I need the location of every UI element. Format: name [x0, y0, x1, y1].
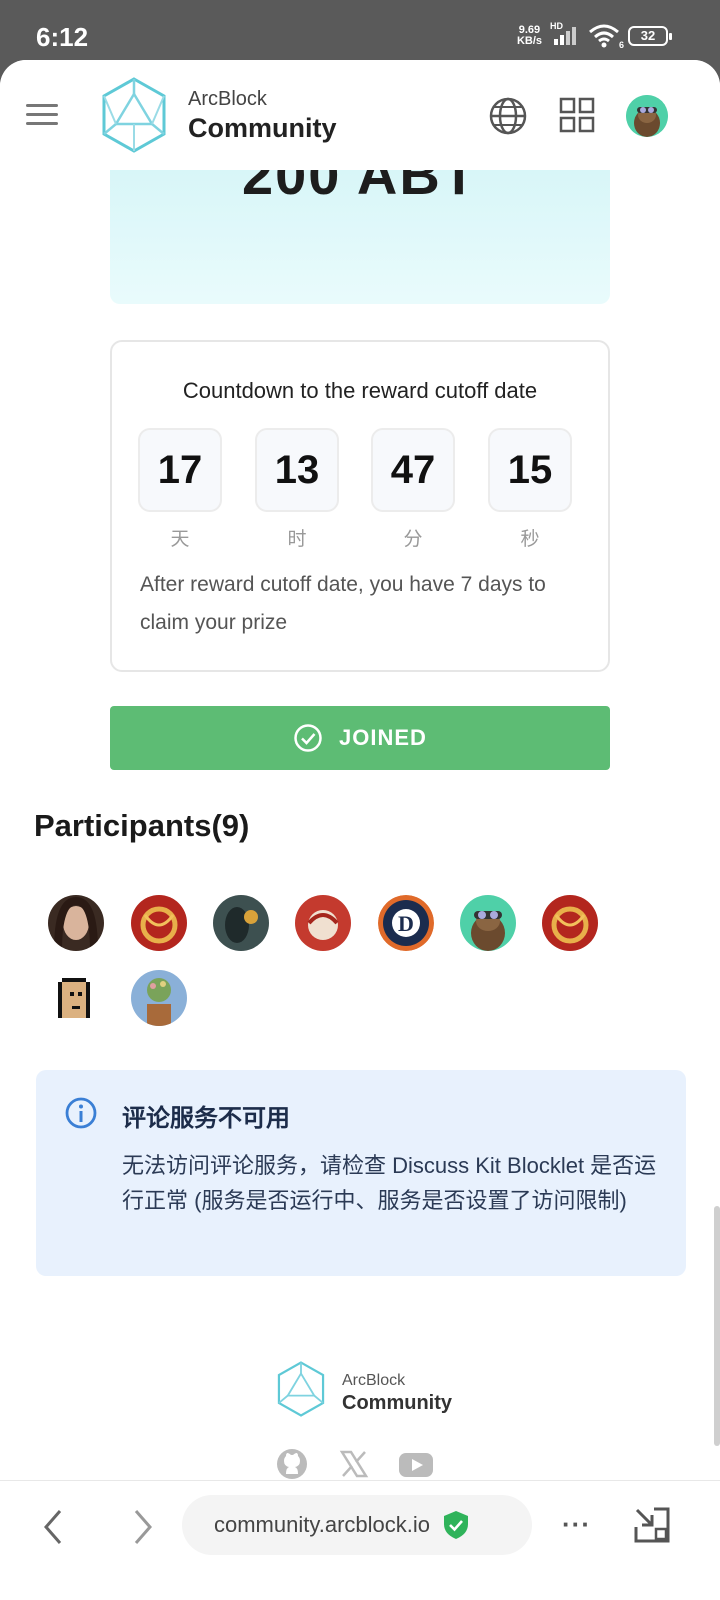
joined-button[interactable]: JOINED [110, 706, 610, 770]
address-bar[interactable]: community.arcblock.io [182, 1495, 532, 1555]
net-speed-unit: KB/s [516, 35, 542, 47]
info-icon [64, 1096, 98, 1135]
participants-title: Participants(9) [34, 808, 250, 843]
github-icon[interactable] [276, 1448, 308, 1480]
countdown-seconds-value: 15 [488, 428, 572, 512]
countdown-hours-label: 时 [287, 529, 307, 550]
site-logo-text[interactable]: ArcBlock Community [188, 88, 337, 144]
countdown-seconds-label: 秒 [520, 529, 540, 550]
cellular-signal-icon: HD [550, 21, 580, 47]
user-avatar[interactable] [626, 95, 668, 137]
participant-avatar[interactable] [295, 895, 351, 951]
arcblock-logo-icon[interactable] [100, 76, 168, 159]
minimize-window-icon[interactable] [632, 1505, 672, 1550]
apps-grid-icon[interactable] [558, 96, 596, 139]
countdown-days-value: 17 [138, 428, 222, 512]
participant-avatar[interactable] [460, 895, 516, 951]
network-label: HD [550, 21, 563, 31]
participant-avatar[interactable]: D [378, 895, 434, 951]
youtube-icon[interactable] [398, 1448, 434, 1480]
countdown-minutes-value: 47 [371, 428, 455, 512]
countdown-seconds: 15 秒 [488, 428, 572, 551]
participant-avatar[interactable] [48, 895, 104, 951]
status-time: 6:12 [36, 22, 89, 52]
wifi-label: 6 [618, 40, 624, 50]
globe-icon[interactable] [488, 96, 528, 141]
participant-avatar[interactable] [131, 895, 187, 951]
x-icon[interactable] [338, 1448, 370, 1480]
countdown-hours: 13 时 [255, 428, 339, 551]
net-speed: 9.69 KB/s [517, 25, 542, 47]
more-options-button[interactable]: ··· [562, 1509, 591, 1540]
logo-line2: Community [188, 113, 337, 143]
countdown-minutes: 47 分 [371, 428, 455, 551]
site-header: ArcBlock Community [0, 60, 720, 170]
logo-line1: ArcBlock [188, 88, 267, 110]
participant-avatar[interactable] [542, 895, 598, 951]
claim-note: After reward cutoff date, you have 7 day… [140, 573, 546, 634]
participant-avatar[interactable] [213, 895, 269, 951]
participant-avatar[interactable] [131, 970, 187, 1026]
countdown-hours-value: 13 [255, 428, 339, 512]
alert-title: 评论服务不可用 [122, 1105, 290, 1132]
svg-text:D: D [398, 911, 414, 936]
forward-button[interactable] [128, 1507, 158, 1552]
status-icons: 9.69 KB/s HD 6 32 [517, 21, 672, 50]
alert-body: 无法访问评论服务，请检查 Discuss Kit Blocklet 是否运行正常… [122, 1153, 657, 1213]
url-text: community.arcblock.io [214, 1512, 430, 1537]
prize-amount: 200 ABT [241, 170, 478, 206]
scrollbar[interactable] [714, 1206, 720, 1446]
footer-logo-text[interactable]: ArcBlock Community [342, 1372, 452, 1415]
comment-unavailable-alert: 评论服务不可用 无法访问评论服务，请检查 Discuss Kit Blockle… [36, 1070, 686, 1276]
countdown-minutes-label: 分 [403, 529, 423, 550]
web-page: ArcBlock Community 200 ABT Countdown to … [0, 60, 720, 1480]
wifi-icon: 6 [588, 24, 624, 50]
battery-icon: 32 [628, 26, 672, 46]
secure-shield-icon [444, 1511, 468, 1539]
joined-label: JOINED [339, 725, 427, 750]
countdown-title: Countdown to the reward cutoff date [182, 378, 538, 403]
back-button[interactable] [38, 1507, 68, 1552]
footer-logo-line1: ArcBlock [342, 1372, 406, 1389]
menu-icon[interactable] [26, 104, 58, 126]
participant-avatar[interactable] [48, 970, 104, 1026]
browser-toolbar: community.arcblock.io ··· [0, 1480, 720, 1600]
footer-logo-line2: Community [342, 1392, 452, 1414]
check-circle-icon [294, 724, 322, 752]
countdown-card: Countdown to the reward cutoff date 17 天… [110, 340, 610, 672]
countdown-days: 17 天 [138, 428, 222, 551]
footer-logo-icon[interactable] [276, 1360, 326, 1423]
prize-banner: 200 ABT [110, 170, 610, 304]
countdown-days-label: 天 [170, 529, 190, 550]
